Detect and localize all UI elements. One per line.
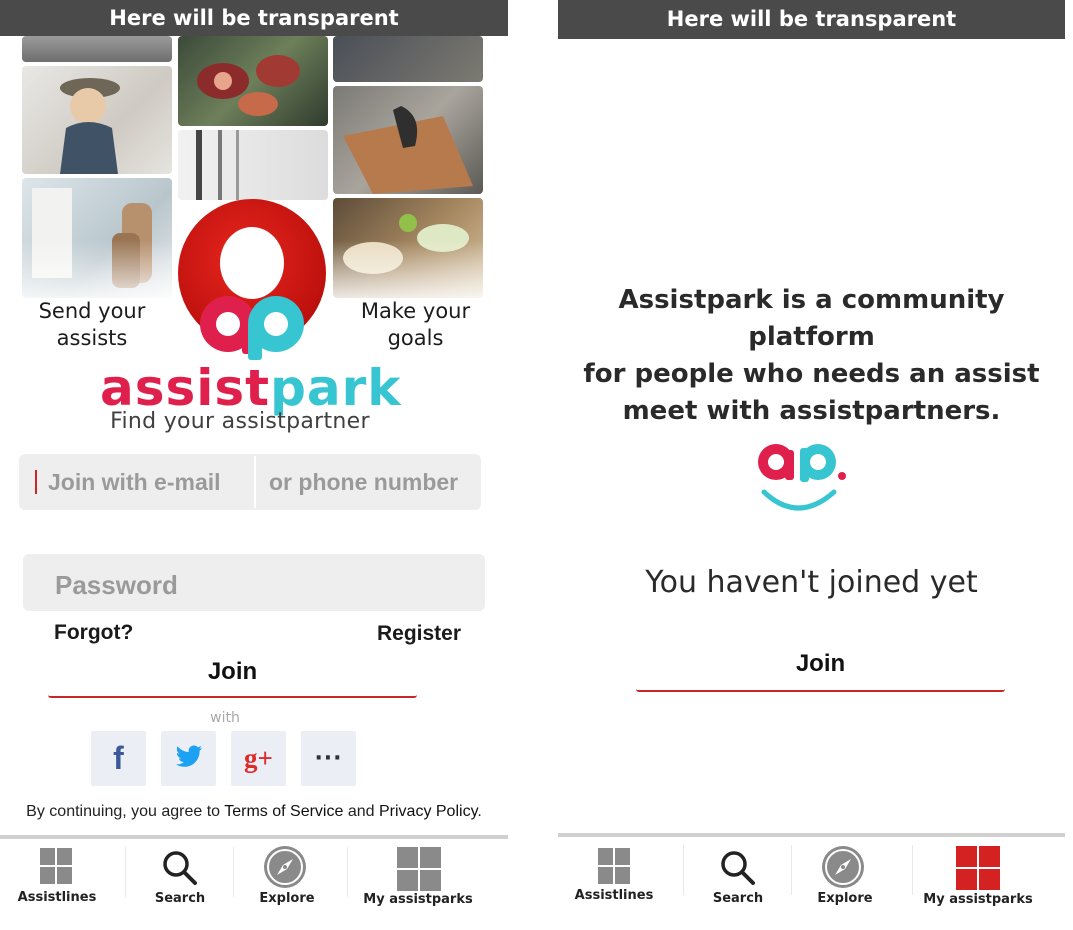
- nav-label: Explore: [817, 891, 873, 906]
- nav-item-search[interactable]: Search: [698, 843, 778, 923]
- nav-item-explore[interactable]: Explore: [803, 843, 887, 923]
- search-icon: [163, 851, 197, 885]
- nav-divider: [912, 845, 913, 895]
- google-plus-icon: g+: [244, 743, 273, 773]
- terms-prefix: By continuing, you agree to: [26, 803, 221, 820]
- phone-input[interactable]: or phone number: [269, 454, 458, 510]
- password-field[interactable]: Password: [23, 554, 485, 611]
- not-joined-message: You haven't joined yet: [645, 565, 978, 600]
- nav-label: Assistlines: [17, 890, 97, 905]
- terms-and: and: [347, 803, 375, 820]
- brand-wordmark: assistpark: [100, 359, 402, 417]
- facebook-button[interactable]: f: [91, 731, 146, 786]
- nav-item-assistlines[interactable]: Assistlines: [12, 845, 102, 925]
- nav-item-assistlines[interactable]: Assistlines: [570, 843, 658, 923]
- nav-divider: [347, 847, 348, 897]
- terms-notice: By continuing, you agree to Terms of Ser…: [0, 803, 508, 821]
- compass-icon: [264, 846, 306, 888]
- twitter-button[interactable]: [161, 731, 216, 786]
- facebook-icon: f: [113, 740, 124, 776]
- more-icon: ···: [314, 746, 343, 771]
- collage-photo: [178, 130, 328, 200]
- email-input[interactable]: Join with e-mail: [48, 454, 221, 510]
- nav-label: Search: [712, 891, 764, 906]
- nav-label: My assistparks: [923, 892, 1033, 907]
- nav-item-explore[interactable]: Explore: [245, 845, 329, 925]
- collage-photo: [178, 36, 328, 126]
- grid-icon-active: [956, 846, 1000, 890]
- my-assistparks-screen: Here will be transparent Assistpark is a…: [558, 0, 1065, 930]
- tagline-send-assists: Send your assists: [38, 299, 146, 350]
- forgot-password-link[interactable]: Forgot?: [54, 621, 133, 645]
- join-button[interactable]: Join: [636, 650, 1005, 692]
- assistlines-icon: [598, 848, 630, 884]
- ap-logo-icon: [198, 292, 306, 362]
- nav-item-my-assistparks[interactable]: My assistparks: [360, 845, 476, 925]
- field-divider: [254, 456, 256, 508]
- register-link[interactable]: Register: [377, 622, 461, 646]
- bottom-nav: Assistlines Search Explore My assistpark…: [558, 833, 1065, 928]
- compass-icon: [822, 846, 864, 888]
- status-placeholder-bar: Here will be transparent: [0, 0, 508, 36]
- google-plus-button[interactable]: g+: [231, 731, 286, 786]
- nav-divider: [683, 845, 684, 895]
- tagline-make-goals: Make your goals: [360, 299, 471, 350]
- password-input[interactable]: Password: [55, 554, 178, 616]
- twitter-icon: [175, 745, 203, 773]
- terms-suffix: .: [477, 803, 482, 820]
- search-icon: [721, 851, 755, 885]
- with-label: with: [210, 710, 240, 726]
- nav-divider: [125, 847, 126, 897]
- terms-of-service-link[interactable]: Terms of Service: [224, 803, 343, 820]
- ap-smile-logo-icon: [756, 440, 852, 520]
- collage-photo: [333, 36, 483, 82]
- brand-slogan: Find your assistpartner: [110, 409, 370, 434]
- nav-label: Explore: [259, 891, 315, 906]
- nav-item-my-assistparks[interactable]: My assistparks: [920, 843, 1036, 923]
- nav-divider: [791, 845, 792, 895]
- status-placeholder-bar: Here will be transparent: [558, 0, 1065, 39]
- email-phone-field[interactable]: Join with e-mail or phone number: [19, 454, 481, 510]
- assistlines-icon: [40, 848, 72, 884]
- nav-label: Search: [154, 891, 206, 906]
- collage-photo: [22, 66, 172, 174]
- bottom-nav: Assistlines Search Explore My assistpark…: [0, 835, 508, 930]
- collage-photo: [22, 36, 172, 62]
- text-caret: [35, 470, 37, 494]
- grid-icon: [397, 847, 441, 891]
- nav-label: Assistlines: [574, 888, 654, 903]
- nav-item-search[interactable]: Search: [140, 845, 220, 925]
- privacy-policy-link[interactable]: Privacy Policy: [379, 803, 477, 820]
- nav-divider: [233, 847, 234, 897]
- join-button[interactable]: Join: [48, 658, 417, 698]
- login-screen: Here will be transparent Send your assis…: [0, 0, 508, 930]
- nav-label: My assistparks: [363, 892, 473, 907]
- about-text: Assistpark is a community platform for p…: [583, 285, 1040, 426]
- collage-photo: [333, 86, 483, 194]
- more-options-button[interactable]: ···: [301, 731, 356, 786]
